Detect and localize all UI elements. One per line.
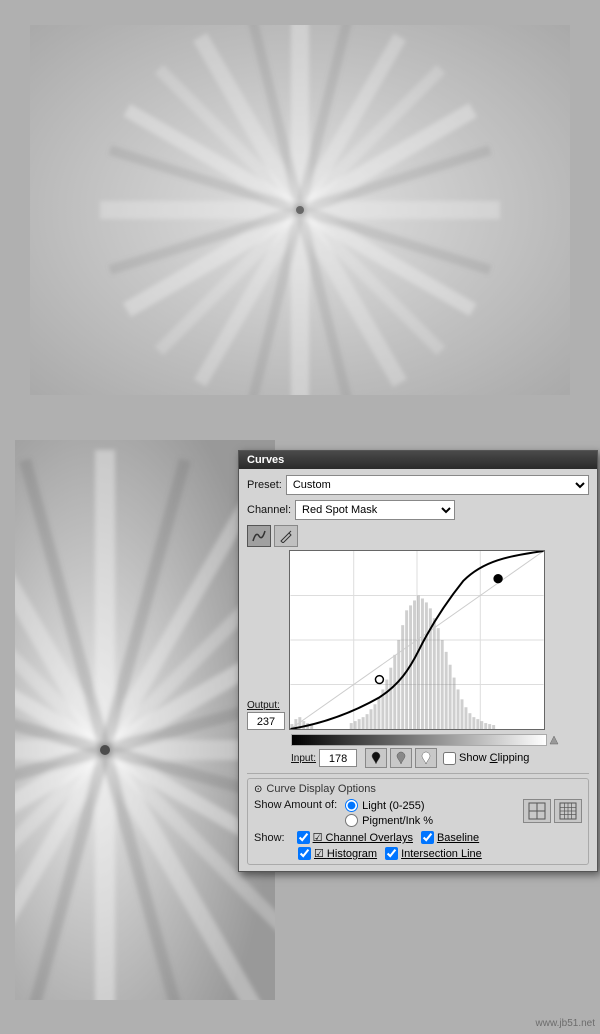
curve-display-title-row: ⊙ Curve Display Options xyxy=(254,783,582,795)
show-amount-label: Show Amount of: xyxy=(254,799,337,811)
grid-icon-2 xyxy=(559,802,577,820)
histogram-option: ☑ Histogram xyxy=(298,847,377,860)
eyedropper-black-button[interactable] xyxy=(365,748,387,768)
channel-overlays-checkbox[interactable] xyxy=(297,831,310,844)
show-row: Show: ☑ Channel Overlays Baseline xyxy=(254,831,582,844)
input-row: Input: 178 xyxy=(291,749,357,767)
divider xyxy=(247,773,589,774)
channel-select[interactable]: Red Spot Mask RGB Red Green Blue xyxy=(295,500,455,520)
graph-container[interactable] xyxy=(289,550,545,730)
radio-group: Light (0-255) Pigment/Ink % xyxy=(345,799,433,827)
top-burst-image xyxy=(30,25,570,395)
curve-draw-button[interactable] xyxy=(247,525,271,547)
eyedropper-white-button[interactable] xyxy=(415,748,437,768)
light-radio[interactable] xyxy=(345,799,358,812)
curves-graph-wrapper: Output: 237 xyxy=(247,550,589,730)
eyedropper-gray-button[interactable] xyxy=(390,748,412,768)
output-label: Output: xyxy=(247,700,285,711)
output-area: Output: 237 xyxy=(247,550,285,730)
histogram-checkbox[interactable] xyxy=(298,847,311,860)
panel-title: Curves xyxy=(247,454,284,466)
pigment-radio[interactable] xyxy=(345,814,358,827)
curves-panel: Curves Preset: Custom Channel: Red Spot … xyxy=(238,450,598,872)
histogram-label: ☑ Histogram xyxy=(314,847,377,860)
curve-icon xyxy=(252,529,266,543)
baseline-label: Baseline xyxy=(437,832,479,844)
show-clipping-label: Show Clipping xyxy=(459,752,529,764)
show-row-2: ☑ Histogram Intersection Line xyxy=(254,847,582,860)
light-option-label: Light (0-255) xyxy=(362,800,424,812)
input-label: Input: xyxy=(291,753,316,764)
baseline-option: Baseline xyxy=(421,831,479,844)
tools-row xyxy=(247,525,589,547)
preset-label: Preset: xyxy=(247,479,282,491)
intersection-checkbox[interactable] xyxy=(385,847,398,860)
input-value-box[interactable]: 178 xyxy=(319,749,357,767)
panel-titlebar: Curves xyxy=(239,451,597,469)
pigment-option-row: Pigment/Ink % xyxy=(345,814,433,827)
curve-display-section: ⊙ Curve Display Options Show Amount of: … xyxy=(247,778,589,865)
intersection-label: Intersection Line xyxy=(401,848,482,860)
pigment-option-label: Pigment/Ink % xyxy=(362,815,433,827)
show-clipping-row: Show Clipping xyxy=(443,752,529,765)
channel-grid-button-2[interactable] xyxy=(554,799,582,823)
top-image-area xyxy=(0,0,600,420)
output-value-box[interactable]: 237 xyxy=(247,712,285,730)
baseline-checkbox[interactable] xyxy=(421,831,434,844)
grid-icon-1 xyxy=(528,802,546,820)
bottom-burst-image xyxy=(15,440,275,1000)
curve-display-title: Curve Display Options xyxy=(266,783,375,795)
channel-row: Channel: Red Spot Mask RGB Red Green Blu… xyxy=(247,500,589,520)
input-eyedrop-row: Input: 178 xyxy=(247,748,589,768)
channel-overlays-label: ☑ Channel Overlays xyxy=(313,831,413,844)
eyedropper-white-icon xyxy=(420,751,432,765)
top-canvas xyxy=(30,25,570,395)
channel-overlays-option: ☑ Channel Overlays xyxy=(297,831,413,844)
show-clipping-checkbox[interactable] xyxy=(443,752,456,765)
eyedropper-gray-icon xyxy=(395,751,407,765)
bottom-canvas xyxy=(15,440,275,1000)
curves-graph-svg xyxy=(290,551,544,729)
show-label: Show: xyxy=(254,832,285,844)
intersection-option: Intersection Line xyxy=(385,847,482,860)
gradient-triangle xyxy=(547,734,561,746)
channel-buttons-area xyxy=(523,799,582,823)
section-arrow: ⊙ xyxy=(254,784,262,795)
panel-body: Preset: Custom Channel: Red Spot Mask RG… xyxy=(239,469,597,871)
gradient-bar-row xyxy=(291,734,589,746)
eyedropper-row xyxy=(365,748,437,768)
preset-row: Preset: Custom xyxy=(247,475,589,495)
light-option-row: Light (0-255) xyxy=(345,799,433,812)
pencil-button[interactable] xyxy=(274,525,298,547)
channel-grid-button-1[interactable] xyxy=(523,799,551,823)
eyedropper-black-icon xyxy=(370,751,382,765)
channel-label: Channel: xyxy=(247,504,291,516)
watermark: www.jb51.net xyxy=(536,1018,595,1029)
show-amount-row: Show Amount of: Light (0-255) Pigment/In… xyxy=(254,799,582,827)
preset-select[interactable]: Custom xyxy=(286,475,589,495)
pencil-icon xyxy=(279,529,293,543)
input-gradient-bar xyxy=(291,734,547,746)
triangle-icon xyxy=(549,735,559,745)
